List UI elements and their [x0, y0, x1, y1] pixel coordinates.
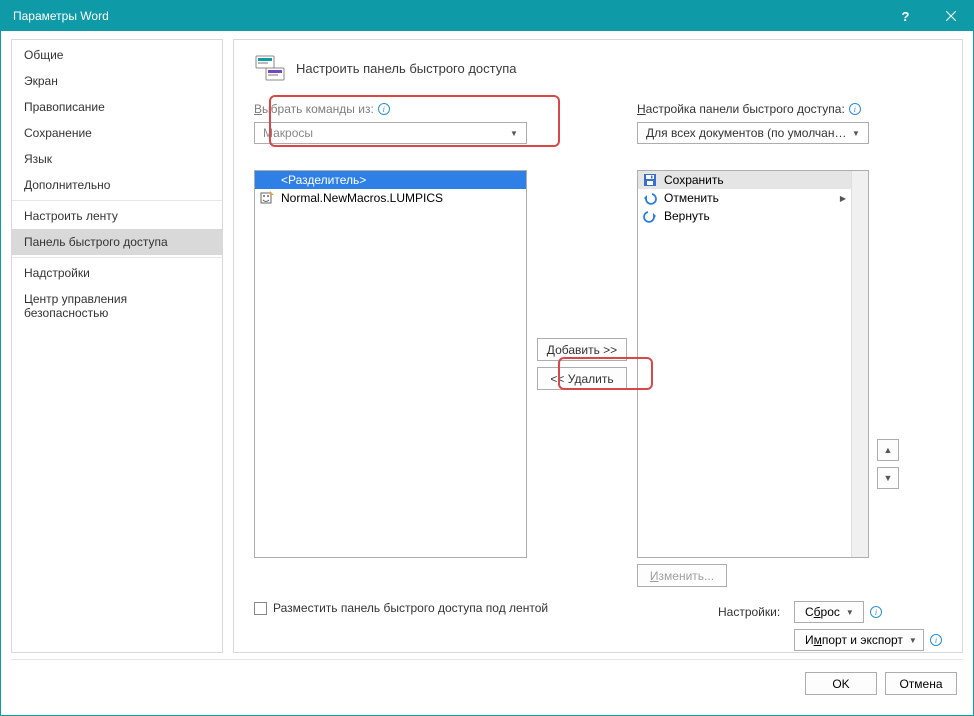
nav-item-customize-ribbon[interactable]: Настроить ленту [12, 203, 222, 229]
reset-button[interactable]: Сброс ▼ [794, 601, 864, 623]
options-nav: Общие Экран Правописание Сохранение Язык… [11, 39, 223, 653]
customize-qat-dropdown[interactable]: Для всех документов (по умолчани... ▼ [637, 122, 869, 144]
nav-item-addins[interactable]: Надстройки [12, 260, 222, 286]
main-pane: Настроить панель быстрого доступа Выбрат… [233, 39, 963, 653]
chevron-down-icon: ▼ [909, 636, 917, 645]
nav-separator [12, 200, 222, 201]
customize-qat-value: Для всех документов (по умолчани... [646, 126, 848, 140]
commands-listbox[interactable]: <Разделитель> Normal.NewMacros.LUMPICS [254, 170, 527, 558]
list-item-label: Normal.NewMacros.LUMPICS [281, 191, 443, 205]
close-button[interactable] [928, 1, 973, 31]
list-item-redo[interactable]: Вернуть [638, 207, 851, 225]
remove-button[interactable]: << Удалить [537, 367, 627, 390]
blank-icon [259, 172, 275, 188]
help-button[interactable]: ? [883, 1, 928, 31]
show-below-ribbon-label: Разместить панель быстрого доступа под л… [273, 601, 548, 617]
chevron-down-icon: ▼ [846, 608, 854, 617]
list-item-label: Отменить [664, 191, 719, 205]
list-item-separator[interactable]: <Разделитель> [255, 171, 526, 189]
nav-item-save[interactable]: Сохранение [12, 120, 222, 146]
modify-button[interactable]: Изменить... [637, 564, 727, 587]
info-icon[interactable]: i [870, 606, 882, 618]
scrollbar[interactable] [851, 171, 868, 557]
move-down-button[interactable]: ▼ [877, 467, 899, 489]
settings-label: Настройки: [718, 605, 788, 619]
show-below-ribbon-checkbox[interactable] [254, 602, 267, 615]
macro-icon [259, 190, 275, 206]
choose-commands-label: Выбрать команды из: [254, 102, 374, 116]
list-item-undo[interactable]: Отменить ▶ [638, 189, 851, 207]
nav-item-trust-center[interactable]: Центр управления безопасностью [12, 286, 222, 326]
nav-item-advanced[interactable]: Дополнительно [12, 172, 222, 198]
move-up-button[interactable]: ▲ [877, 439, 899, 461]
info-icon[interactable]: i [378, 103, 390, 115]
ok-button[interactable]: OK [805, 672, 877, 695]
list-item-macro[interactable]: Normal.NewMacros.LUMPICS [255, 189, 526, 207]
nav-separator [12, 257, 222, 258]
cancel-button[interactable]: Отмена [885, 672, 957, 695]
nav-item-language[interactable]: Язык [12, 146, 222, 172]
close-icon [946, 11, 956, 21]
nav-item-proofing[interactable]: Правописание [12, 94, 222, 120]
dialog-footer: OK Отмена [11, 659, 963, 707]
list-item-label: Сохранить [664, 173, 724, 187]
list-item-label: <Разделитель> [281, 173, 366, 187]
chevron-down-icon: ▼ [506, 129, 522, 138]
redo-icon [642, 208, 658, 224]
save-icon [642, 172, 658, 188]
qat-customize-icon [254, 52, 286, 84]
titlebar: Параметры Word ? [1, 1, 973, 31]
nav-item-general[interactable]: Общие [12, 42, 222, 68]
reorder-buttons: ▲ ▼ [877, 439, 899, 489]
list-item-label: Вернуть [664, 209, 710, 223]
list-item-save[interactable]: Сохранить [638, 171, 851, 189]
nav-item-display[interactable]: Экран [12, 68, 222, 94]
section-title: Настроить панель быстрого доступа [296, 61, 517, 76]
info-icon[interactable]: i [849, 103, 861, 115]
nav-item-quick-access[interactable]: Панель быстрого доступа [12, 229, 222, 255]
transfer-buttons: Добавить >> << Удалить [527, 170, 637, 558]
expand-icon: ▶ [839, 194, 847, 203]
window-title: Параметры Word [13, 9, 883, 23]
chevron-down-icon: ▼ [848, 129, 864, 138]
undo-icon [642, 190, 658, 206]
qat-listbox[interactable]: Сохранить Отменить ▶ [637, 170, 869, 558]
add-button[interactable]: Добавить >> [537, 338, 627, 361]
choose-commands-dropdown[interactable]: Макросы ▼ [254, 122, 527, 144]
info-icon[interactable]: i [930, 634, 942, 646]
choose-commands-value: Макросы [263, 126, 506, 140]
customize-qat-label: Настройка панели быстрого доступа: [637, 102, 845, 116]
import-export-button[interactable]: Импорт и экспорт ▼ [794, 629, 924, 651]
